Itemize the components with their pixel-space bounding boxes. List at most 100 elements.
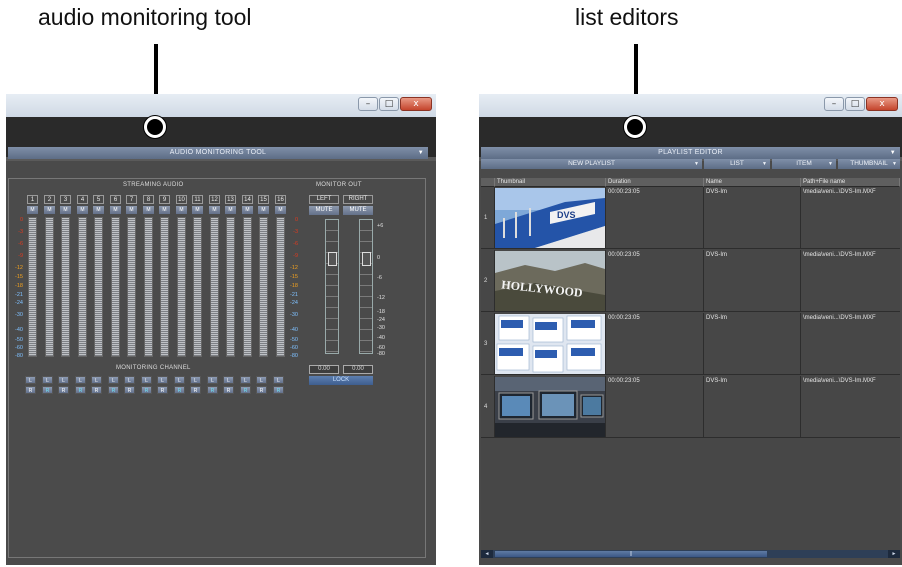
monitor-left-toggle[interactable]: L: [273, 376, 284, 384]
monitor-right-toggle[interactable]: R: [207, 386, 218, 394]
dropdown-arrow-icon[interactable]: ▼: [418, 147, 424, 159]
channel-mute-button[interactable]: M: [176, 206, 187, 214]
monitor-left-toggle[interactable]: L: [223, 376, 234, 384]
channel-mute-button[interactable]: M: [258, 206, 269, 214]
channel-mute-button[interactable]: M: [209, 206, 220, 214]
column-header-thumbnail[interactable]: Thumbnail: [495, 178, 606, 187]
monitor-right-toggle[interactable]: R: [256, 386, 267, 394]
column-separator: [800, 250, 801, 312]
minimize-button[interactable]: –: [824, 97, 844, 111]
close-button[interactable]: x: [400, 97, 432, 111]
monitor-left-toggle[interactable]: L: [157, 376, 168, 384]
monitor-left-toggle[interactable]: L: [256, 376, 267, 384]
column-separator: [703, 376, 704, 438]
channel-mute-button[interactable]: M: [60, 206, 71, 214]
horizontal-scrollbar[interactable]: ◄ || ►: [481, 550, 900, 558]
channel-number: 9: [159, 195, 170, 204]
lock-button[interactable]: LOCK: [309, 376, 373, 385]
channel-mute-button[interactable]: M: [27, 206, 38, 214]
thumbnail-image: HOLLYWOOD: [495, 251, 605, 311]
column-separator: [703, 187, 704, 249]
maximize-button[interactable]: □: [845, 97, 865, 111]
meter-scale-label: -60: [15, 345, 23, 351]
scrollbar-thumb[interactable]: ||: [495, 551, 767, 557]
right-fader-handle[interactable]: [362, 252, 371, 266]
dropdown-arrow-icon[interactable]: ▼: [890, 147, 896, 159]
monitor-right-toggle[interactable]: R: [273, 386, 284, 394]
meter-scale-label: -24: [15, 300, 23, 306]
monitor-right-toggle[interactable]: R: [58, 386, 69, 394]
monitor-right-toggle[interactable]: R: [190, 386, 201, 394]
monitor-left-toggle[interactable]: L: [75, 376, 86, 384]
channel-mute-button[interactable]: M: [275, 206, 286, 214]
close-button[interactable]: x: [866, 97, 898, 111]
channel-mute-button[interactable]: M: [93, 206, 104, 214]
monitor-right-toggle[interactable]: R: [91, 386, 102, 394]
meter-scale-label: -80: [290, 353, 298, 359]
channel-number: 2: [44, 195, 55, 204]
maximize-button[interactable]: □: [379, 97, 399, 111]
playlist-editor-titlebar[interactable]: PLAYLIST EDITOR ▼: [481, 147, 900, 159]
monitor-scale-label: -12: [377, 295, 385, 301]
meter-scale-label: -3: [18, 229, 23, 235]
channel-mute-button[interactable]: M: [159, 206, 170, 214]
monitor-left-toggle[interactable]: L: [207, 376, 218, 384]
table-row[interactable]: 1 DVS 00:00:23:05 DVS-Im \media\veni...\…: [481, 187, 900, 249]
list-menu[interactable]: LIST ▼: [704, 159, 770, 169]
monitor-right-toggle[interactable]: R: [157, 386, 168, 394]
mute-right-button[interactable]: MUTE: [343, 206, 373, 215]
channel-mute-button[interactable]: M: [126, 206, 137, 214]
table-row[interactable]: 2 HOLLYWOOD 00:00:23:05 DVS-Im \media\ve…: [481, 250, 900, 312]
item-menu[interactable]: ITEM ▼: [772, 159, 836, 169]
monitor-left-toggle[interactable]: L: [108, 376, 119, 384]
monitor-left-toggle[interactable]: L: [174, 376, 185, 384]
thumbnail-menu[interactable]: THUMBNAIL ▼: [838, 159, 900, 169]
channel-mute-button[interactable]: M: [77, 206, 88, 214]
monitor-left-toggle[interactable]: L: [25, 376, 36, 384]
meter-scale-label: -18: [15, 283, 23, 289]
monitor-left-toggle[interactable]: L: [124, 376, 135, 384]
table-row[interactable]: 4 00:00:23:05 DVS-Im \media\veni...\DVS-…: [481, 376, 900, 438]
channel-mute-button[interactable]: M: [143, 206, 154, 214]
left-fader-handle[interactable]: [328, 252, 337, 266]
monitor-left-toggle[interactable]: L: [91, 376, 102, 384]
scroll-left-icon[interactable]: ◄: [481, 550, 493, 558]
new-playlist-menu[interactable]: NEW PLAYLIST ▼: [481, 159, 702, 169]
monitor-left-toggle[interactable]: L: [42, 376, 53, 384]
monitor-right-toggle[interactable]: R: [25, 386, 36, 394]
column-header-path[interactable]: Path+File name: [801, 178, 900, 187]
channel-mute-button[interactable]: M: [44, 206, 55, 214]
channel-level-meter: [144, 217, 153, 357]
audio-tool-titlebar[interactable]: AUDIO MONITORING TOOL ▼: [8, 147, 428, 159]
monitor-left-toggle[interactable]: L: [141, 376, 152, 384]
monitor-right-toggle[interactable]: R: [124, 386, 135, 394]
channel-number: 4: [77, 195, 88, 204]
monitor-scale-label: -6: [377, 275, 382, 281]
thumbnail-image: [495, 377, 605, 437]
minimize-button[interactable]: –: [358, 97, 378, 111]
channel-number: 11: [192, 195, 203, 204]
channel-mute-button[interactable]: M: [110, 206, 121, 214]
column-header-name[interactable]: Name: [704, 178, 801, 187]
monitor-left-toggle[interactable]: L: [190, 376, 201, 384]
monitor-right-toggle[interactable]: R: [240, 386, 251, 394]
left-fader[interactable]: [325, 219, 339, 354]
channel-mute-button[interactable]: M: [242, 206, 253, 214]
channel-mute-button[interactable]: M: [192, 206, 203, 214]
monitor-right-toggle[interactable]: R: [223, 386, 234, 394]
meter-scale-label: -15: [15, 274, 23, 280]
monitor-right-toggle[interactable]: R: [75, 386, 86, 394]
monitor-left-toggle[interactable]: L: [58, 376, 69, 384]
channel-mute-button[interactable]: M: [225, 206, 236, 214]
name-cell: DVS-Im: [706, 315, 727, 321]
mute-left-button[interactable]: MUTE: [309, 206, 339, 215]
monitor-right-toggle[interactable]: R: [108, 386, 119, 394]
monitor-right-toggle[interactable]: R: [141, 386, 152, 394]
monitor-right-toggle[interactable]: R: [42, 386, 53, 394]
scroll-right-icon[interactable]: ►: [888, 550, 900, 558]
monitor-left-toggle[interactable]: L: [240, 376, 251, 384]
monitor-right-toggle[interactable]: R: [174, 386, 185, 394]
right-fader[interactable]: [359, 219, 373, 354]
table-row[interactable]: 3 00:00:23:05 DVS-Im \media\veni...\DVS-…: [481, 313, 900, 375]
column-header-duration[interactable]: Duration: [606, 178, 704, 187]
